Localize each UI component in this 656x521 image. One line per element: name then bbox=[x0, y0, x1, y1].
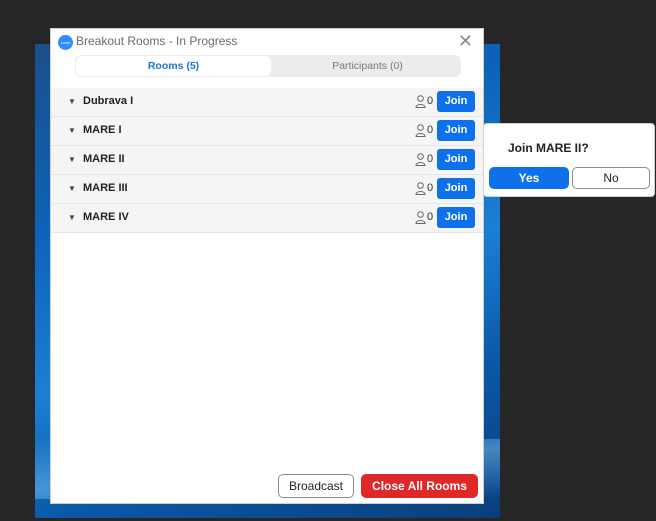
tab-rooms[interactable]: Rooms (5) bbox=[76, 56, 271, 76]
room-name: MARE IV bbox=[83, 211, 129, 223]
person-icon bbox=[415, 95, 426, 108]
room-row[interactable]: ▼ MARE IV 0 Join bbox=[51, 204, 483, 233]
room-row[interactable]: ▼ Dubrava I 0 Join bbox=[51, 88, 483, 117]
join-button[interactable]: Join bbox=[437, 178, 475, 199]
breakout-rooms-window: zoom Breakout Rooms - In Progress ✕ Room… bbox=[50, 28, 484, 504]
room-row[interactable]: ▼ MARE III 0 Join bbox=[51, 175, 483, 204]
broadcast-button[interactable]: Broadcast bbox=[278, 474, 354, 498]
person-icon bbox=[415, 211, 426, 224]
join-button[interactable]: Join bbox=[437, 91, 475, 112]
tab-participants[interactable]: Participants (0) bbox=[270, 56, 465, 76]
person-icon bbox=[415, 153, 426, 166]
person-icon bbox=[415, 124, 426, 137]
caret-down-icon[interactable]: ▼ bbox=[68, 155, 76, 164]
participant-count: 0 bbox=[427, 95, 434, 107]
room-row[interactable]: ▼ MARE I 0 Join bbox=[51, 117, 483, 146]
yes-button[interactable]: Yes bbox=[489, 167, 569, 189]
room-list: ▼ Dubrava I 0 Join ▼ MARE I 0 Join ▼ MAR… bbox=[51, 88, 483, 233]
room-name: MARE II bbox=[83, 153, 125, 165]
no-button[interactable]: No bbox=[572, 167, 650, 189]
caret-down-icon[interactable]: ▼ bbox=[68, 97, 76, 106]
zoom-app-icon: zoom bbox=[58, 35, 73, 50]
participant-count: 0 bbox=[427, 124, 434, 136]
join-button[interactable]: Join bbox=[437, 149, 475, 170]
caret-down-icon[interactable]: ▼ bbox=[68, 126, 76, 135]
room-name: MARE III bbox=[83, 182, 128, 194]
close-all-rooms-button[interactable]: Close All Rooms bbox=[361, 474, 478, 498]
close-icon[interactable]: ✕ bbox=[458, 31, 473, 52]
participant-count: 0 bbox=[427, 182, 434, 194]
room-row[interactable]: ▼ MARE II 0 Join bbox=[51, 146, 483, 175]
window-title: Breakout Rooms - In Progress bbox=[76, 34, 238, 48]
title-bar: zoom Breakout Rooms - In Progress ✕ bbox=[51, 29, 483, 55]
join-confirm-popup: Join MARE II? Yes No bbox=[483, 123, 655, 197]
join-button[interactable]: Join bbox=[437, 120, 475, 141]
caret-down-icon[interactable]: ▼ bbox=[68, 213, 76, 222]
caret-down-icon[interactable]: ▼ bbox=[68, 184, 76, 193]
room-name: MARE I bbox=[83, 124, 122, 136]
participant-count: 0 bbox=[427, 211, 434, 223]
participant-count: 0 bbox=[427, 153, 434, 165]
join-button[interactable]: Join bbox=[437, 207, 475, 228]
room-name: Dubrava I bbox=[83, 95, 134, 107]
tab-bar: Rooms (5) Participants (0) bbox=[75, 55, 461, 77]
person-icon bbox=[415, 182, 426, 195]
popup-title: Join MARE II? bbox=[508, 141, 589, 155]
